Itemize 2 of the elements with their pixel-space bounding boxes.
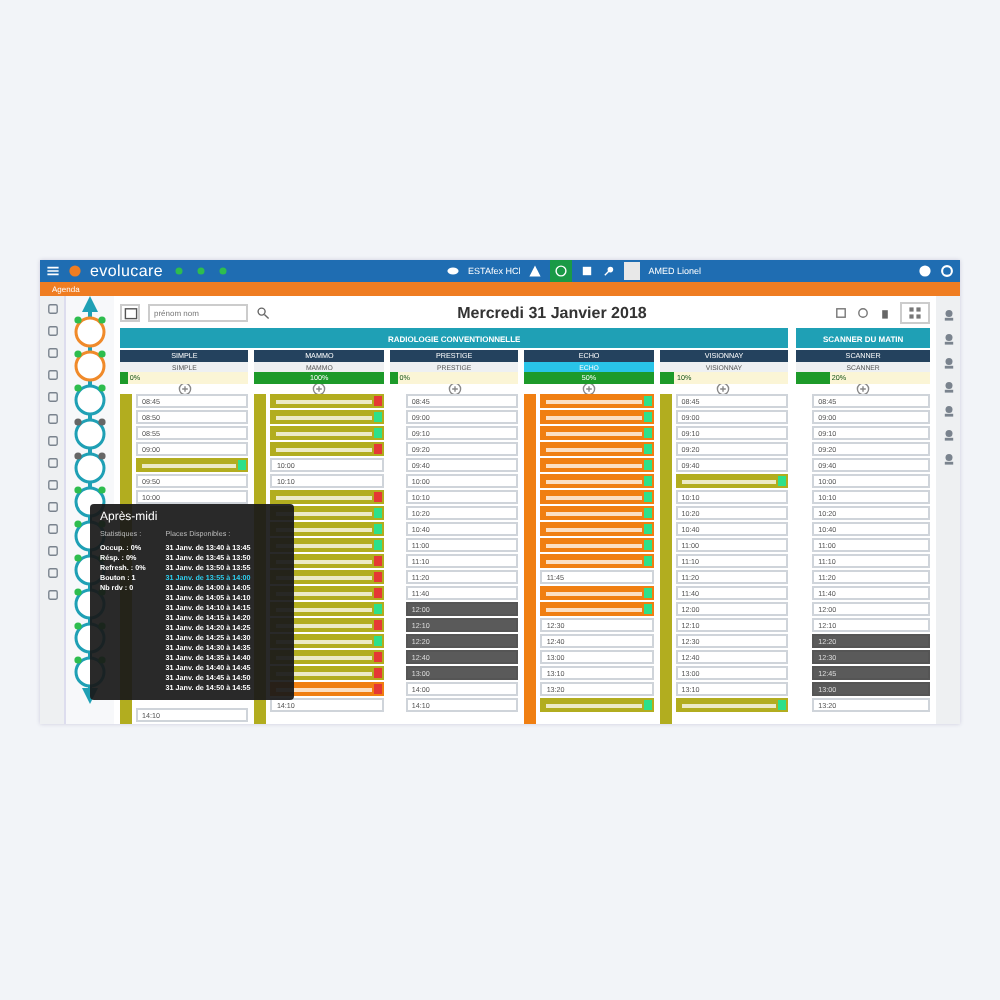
date-title: Mercredi 31 Janvier 2018 [455, 303, 649, 321]
app-logo: evolucare [90, 262, 163, 280]
